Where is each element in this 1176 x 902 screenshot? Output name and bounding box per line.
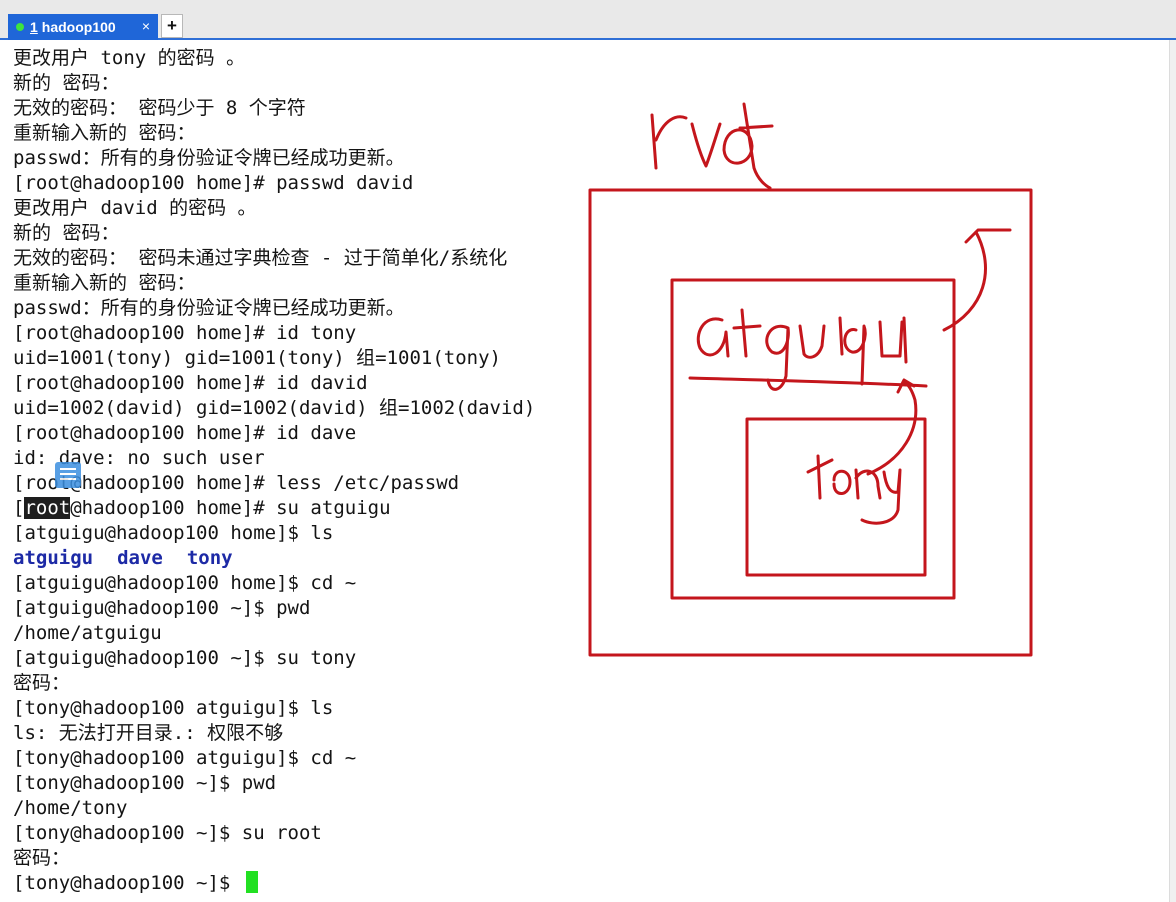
bracket-text: [	[13, 497, 25, 519]
close-icon[interactable]: ×	[142, 18, 150, 34]
status-dot-icon	[16, 23, 24, 31]
tab-index: 1	[30, 19, 38, 35]
terminal-line: 重新输入新的 密码：	[13, 272, 196, 294]
dir-entry: dave	[117, 547, 163, 569]
terminal-line: [tony@hadoop100 ~]$ su root	[13, 822, 322, 844]
terminal-line: uid=1001(tony) gid=1001(tony) 组=1001(ton…	[13, 347, 501, 369]
tony-label-scribble	[806, 454, 902, 525]
terminal-line: passwd：所有的身份验证令牌已经成功更新。	[13, 147, 405, 169]
terminal-line: 更改用户 david 的密码 。	[13, 197, 257, 219]
terminal-prompt[interactable]: [tony@hadoop100 ~]$	[13, 871, 773, 896]
su-command-text: @hadoop100 home]# su atguigu	[70, 497, 391, 519]
terminal-line: [root@hadoop100 home]# less /etc/passwd	[13, 472, 460, 494]
tab-title: hadoop100	[41, 19, 116, 35]
terminal-line: [atguigu@hadoop100 ~]$ su tony	[13, 647, 357, 669]
terminal-line: passwd：所有的身份验证令牌已经成功更新。	[13, 297, 405, 319]
scrollbar[interactable]	[1169, 40, 1176, 902]
terminal-line: ls: 无法打开目录.: 权限不够	[13, 722, 284, 744]
ls-output: atguigu dave tony	[13, 546, 773, 571]
terminal-line: [root@hadoop100 home]# id dave	[13, 422, 357, 444]
terminal-line: [tony@hadoop100 atguigu]$ cd ~	[13, 747, 357, 769]
tony-box	[745, 417, 927, 577]
terminal-line: 新的 密码：	[13, 72, 120, 94]
terminal-line: /home/atguigu	[13, 622, 162, 644]
dir-entry: atguigu	[13, 547, 94, 569]
arrow-tony-to-atguigu	[866, 378, 918, 476]
arrow-atguigu-to-root	[942, 228, 1012, 332]
terminal-line: [root@hadoop100 home]# id tony	[13, 322, 357, 344]
terminal-line: [atguigu@hadoop100 ~]$ pwd	[13, 597, 311, 619]
terminal-line: 密码：	[13, 847, 71, 869]
terminal-line: 无效的密码： 密码未通过字典检查 - 过于简单化/系统化	[13, 247, 508, 269]
terminal-line: [atguigu@hadoop100 home]$ ls	[13, 522, 334, 544]
terminal-line: 重新输入新的 密码：	[13, 122, 196, 144]
terminal-line: 密码：	[13, 672, 71, 694]
tab-bar: 1 hadoop100 × +	[0, 0, 1176, 40]
terminal-line: [root@hadoop100 home]# passwd david	[13, 172, 414, 194]
text-cursor	[245, 871, 258, 893]
prompt-text: [tony@hadoop100 ~]$	[13, 872, 242, 894]
terminal-line: [root@hadoop100 home]# id david	[13, 372, 368, 394]
terminal-line: 更改用户 tony 的密码 。	[13, 47, 246, 69]
terminal-output[interactable]: 更改用户 tony 的密码 。 新的 密码： 无效的密码： 密码少于 8 个字符…	[13, 46, 773, 896]
terminal-line: 新的 密码：	[13, 222, 120, 244]
document-icon[interactable]	[55, 462, 81, 488]
terminal-line: [tony@hadoop100 ~]$ pwd	[13, 772, 277, 794]
add-tab-icon: +	[167, 16, 177, 35]
terminal-line: /home/tony	[13, 797, 128, 819]
terminal-line-su: [root@hadoop100 home]# su atguigu	[13, 496, 773, 521]
dir-entry: tony	[186, 547, 233, 569]
selected-text[interactable]: root	[24, 497, 71, 519]
terminal-line: uid=1002(david) gid=1002(david) 组=1002(d…	[13, 397, 536, 419]
session-tab[interactable]: 1 hadoop100 ×	[8, 14, 158, 40]
add-tab-button[interactable]: +	[161, 14, 183, 38]
terminal-line: id: dave: no such user	[13, 447, 265, 469]
terminal-line: [atguigu@hadoop100 home]$ cd ~	[13, 572, 357, 594]
terminal-line: [tony@hadoop100 atguigu]$ ls	[13, 697, 334, 719]
terminal-line: 无效的密码： 密码少于 8 个字符	[13, 97, 306, 119]
